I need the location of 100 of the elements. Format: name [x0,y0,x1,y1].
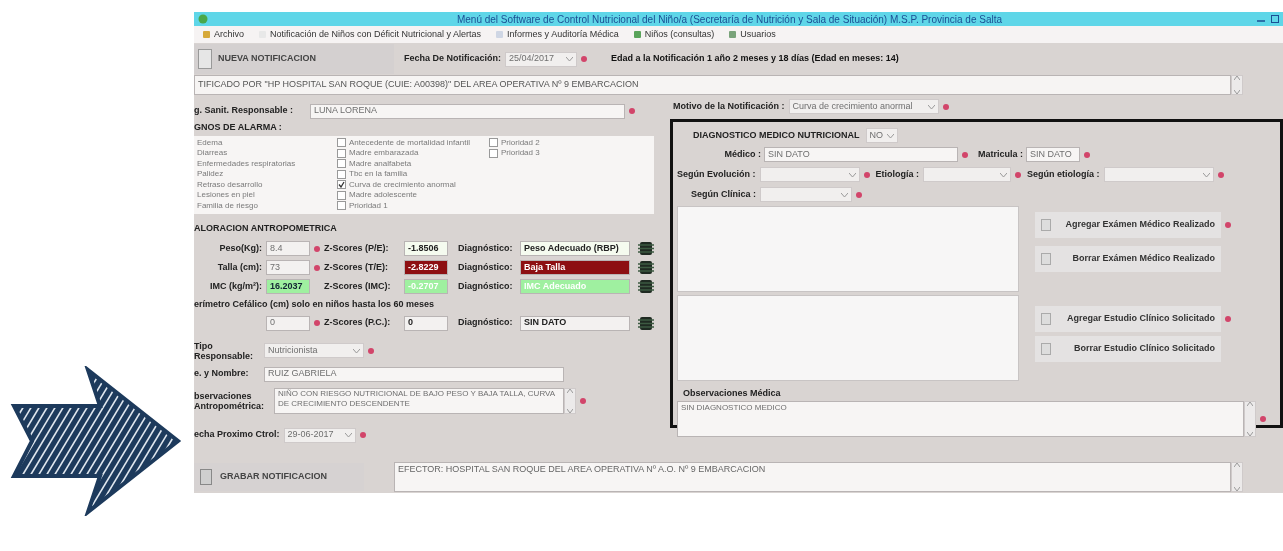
chart-icon[interactable] [638,280,654,293]
maximize-icon[interactable] [1271,15,1279,23]
diagnosis-label: Diagnóstico: [458,316,514,330]
checkbox-row[interactable]: Madre analfabeta [337,158,489,169]
z-score-field[interactable]: -1.8506 [404,241,448,256]
combo-select[interactable] [759,167,860,182]
checkbox[interactable] [337,138,346,148]
app-icon [198,14,208,24]
caret-icon [344,433,352,437]
scroll-arrows[interactable] [1231,75,1243,95]
panel-title: DIAGNOSTICO MEDICO NUTRICIONAL [693,128,860,142]
checkbox-row[interactable]: Prioridad 3 [489,148,540,159]
field-label: echa Proximo Ctrol: [194,428,280,442]
menu-item[interactable]: Informes y Auditoría Médica [495,27,619,42]
field-label: e. y Nombre: [194,367,250,381]
checkbox-row[interactable]: Prioridad 1 [337,200,489,211]
responsible-field[interactable]: LUNA LORENA [310,103,625,119]
diagnosis-field[interactable]: SIN DATO [520,315,630,331]
license-field[interactable]: SIN DATO [1026,147,1080,162]
checkbox-row[interactable]: Madre adolescente [337,190,489,201]
alarm-sign-item[interactable]: Lesiones en piel [197,190,255,201]
exam-button[interactable]: Agregar Exámen Médico Realizado [1035,212,1221,238]
caret-icon [841,192,848,197]
alarm-sign-item[interactable]: Retraso desarrollo [197,179,263,190]
checkbox[interactable] [489,138,498,148]
measure-label: Peso(Kg): [218,241,262,255]
checkbox[interactable] [337,180,346,190]
save-icon [200,469,212,485]
checkbox[interactable] [337,148,346,158]
field-label: g. Sanit. Responsable : [194,104,295,118]
measure-label: Talla (cm): [216,260,262,274]
checkbox[interactable] [337,169,346,179]
chart-icon[interactable] [638,316,654,330]
alarm-sign-item[interactable]: Palidez [197,169,224,180]
field-label: Motivo de la Notificación : [673,99,785,113]
caret-icon [848,172,856,177]
chart-icon[interactable] [638,261,654,274]
diagnosis-field[interactable]: Peso Adecuado (RBP) [520,241,630,256]
field-label: Etiología : [875,167,919,181]
z-score-label: Z-Scores (IMC): [324,279,392,293]
menu-icon [495,30,505,39]
diagnosis-toggle[interactable]: NO [865,128,898,143]
measure-field[interactable]: 73 [266,260,310,275]
z-score-field[interactable]: 0 [404,315,448,331]
scroll-arrows[interactable] [1244,400,1256,437]
scroll-arrows[interactable] [1231,462,1243,492]
menu-icon [202,30,211,39]
date-picker[interactable]: 25/04/2017 [505,51,578,67]
checkbox[interactable] [337,159,346,169]
name-field[interactable]: RUIZ GABRIELA [264,366,564,382]
alarm-sign-item[interactable]: Familia de riesgo [197,200,258,211]
menu-icon [728,30,738,39]
study-button[interactable]: Borrar Estudio Clínico Solicitado [1035,336,1221,362]
checkbox-row[interactable]: Tbc en la familia [337,169,489,180]
z-score-label: Z-Scores (P.C.): [324,316,392,330]
measure-field[interactable]: 0 [266,315,310,331]
new-notification-button[interactable]: NUEVA NOTIFICACION [194,44,394,74]
field-label: Según etiología : [1027,167,1100,181]
responsible-type-select[interactable]: Nutricionista [264,343,364,358]
checkbox-row[interactable]: Prioridad 2 [489,137,540,148]
study-button[interactable]: Agregar Estudio Clínico Solicitado [1035,306,1221,332]
reason-select[interactable]: Curva de crecimiento anormal [788,99,939,114]
checkbox[interactable] [337,190,346,200]
document-icon [198,49,212,69]
age-text: Edad a la Notificación 1 año 2 meses y 18 días (Edad en meses: 14) [611,52,899,66]
observations-field[interactable]: NIÑO CON RIESGO NUTRICIONAL DE BAJO PESO Y BAJA TALLA, CURVA DE CRECIMIENTO DESCENDENTE [274,387,564,414]
next-control-date[interactable]: 29-06-2017 [283,427,356,443]
alarm-sign-item[interactable]: Edema [197,137,223,148]
menu-item[interactable]: Archivo [202,27,244,42]
checkbox-row[interactable]: Curva de crecimiento anormal [337,179,489,190]
combo-select[interactable] [923,167,1011,182]
alarm-sign-item[interactable]: Diarreas [197,148,228,159]
measure-field[interactable]: 8.4 [266,241,310,256]
checkbox[interactable] [489,148,498,158]
efector-field[interactable]: EFECTOR: HOSPITAL SAN ROQUE DEL AREA OPERATIVA Nº A.O. Nº 9 EMBARCACION [394,462,1231,492]
exam-list[interactable] [677,206,1019,292]
measure-label: IMC (kg/m²): [209,279,262,293]
checkbox-row[interactable]: Madre embarazada [337,148,489,159]
menu-item[interactable]: Niños (consultas) [632,27,715,42]
doctor-field[interactable]: SIN DATO [764,147,958,162]
menu-item[interactable]: Notificación de Niños con Déficit Nutricional y Alertas [258,27,482,42]
exam-button[interactable]: Borrar Exámen Médico Realizado [1035,246,1221,272]
chart-icon[interactable] [638,242,654,255]
checkbox[interactable] [337,201,346,211]
combo-select[interactable] [1103,167,1214,182]
alarm-sign-item[interactable]: Enfermedades respiratorias [197,158,296,169]
notified-by-field[interactable]: TIFICADO POR "HP HOSPITAL SAN ROQUE (CUIE: A00398)" DEL AREA OPERATIVA Nº 9 EMBARCACION [194,75,1231,95]
document-icon [1041,343,1051,355]
z-score-field[interactable]: -2.8229 [404,260,448,275]
medical-observations-field[interactable]: SIN DIAGNOSTICO MEDICO [677,400,1244,437]
scroll-arrows[interactable] [564,387,576,414]
study-list[interactable] [677,295,1019,381]
clinic-select[interactable] [760,187,852,202]
section-title: Observaciones Médica [683,387,781,400]
checkbox-row[interactable]: Antecedente de mortalidad infantil [337,137,489,148]
field-label: Según Clínica : [691,187,756,201]
diagnosis-field[interactable]: Baja Talla [520,260,630,275]
z-score-label: Z-Scores (P/E): [324,241,390,255]
measure-field[interactable]: 16.2037 [266,279,310,294]
menu-item[interactable]: Usuarios [728,27,776,42]
